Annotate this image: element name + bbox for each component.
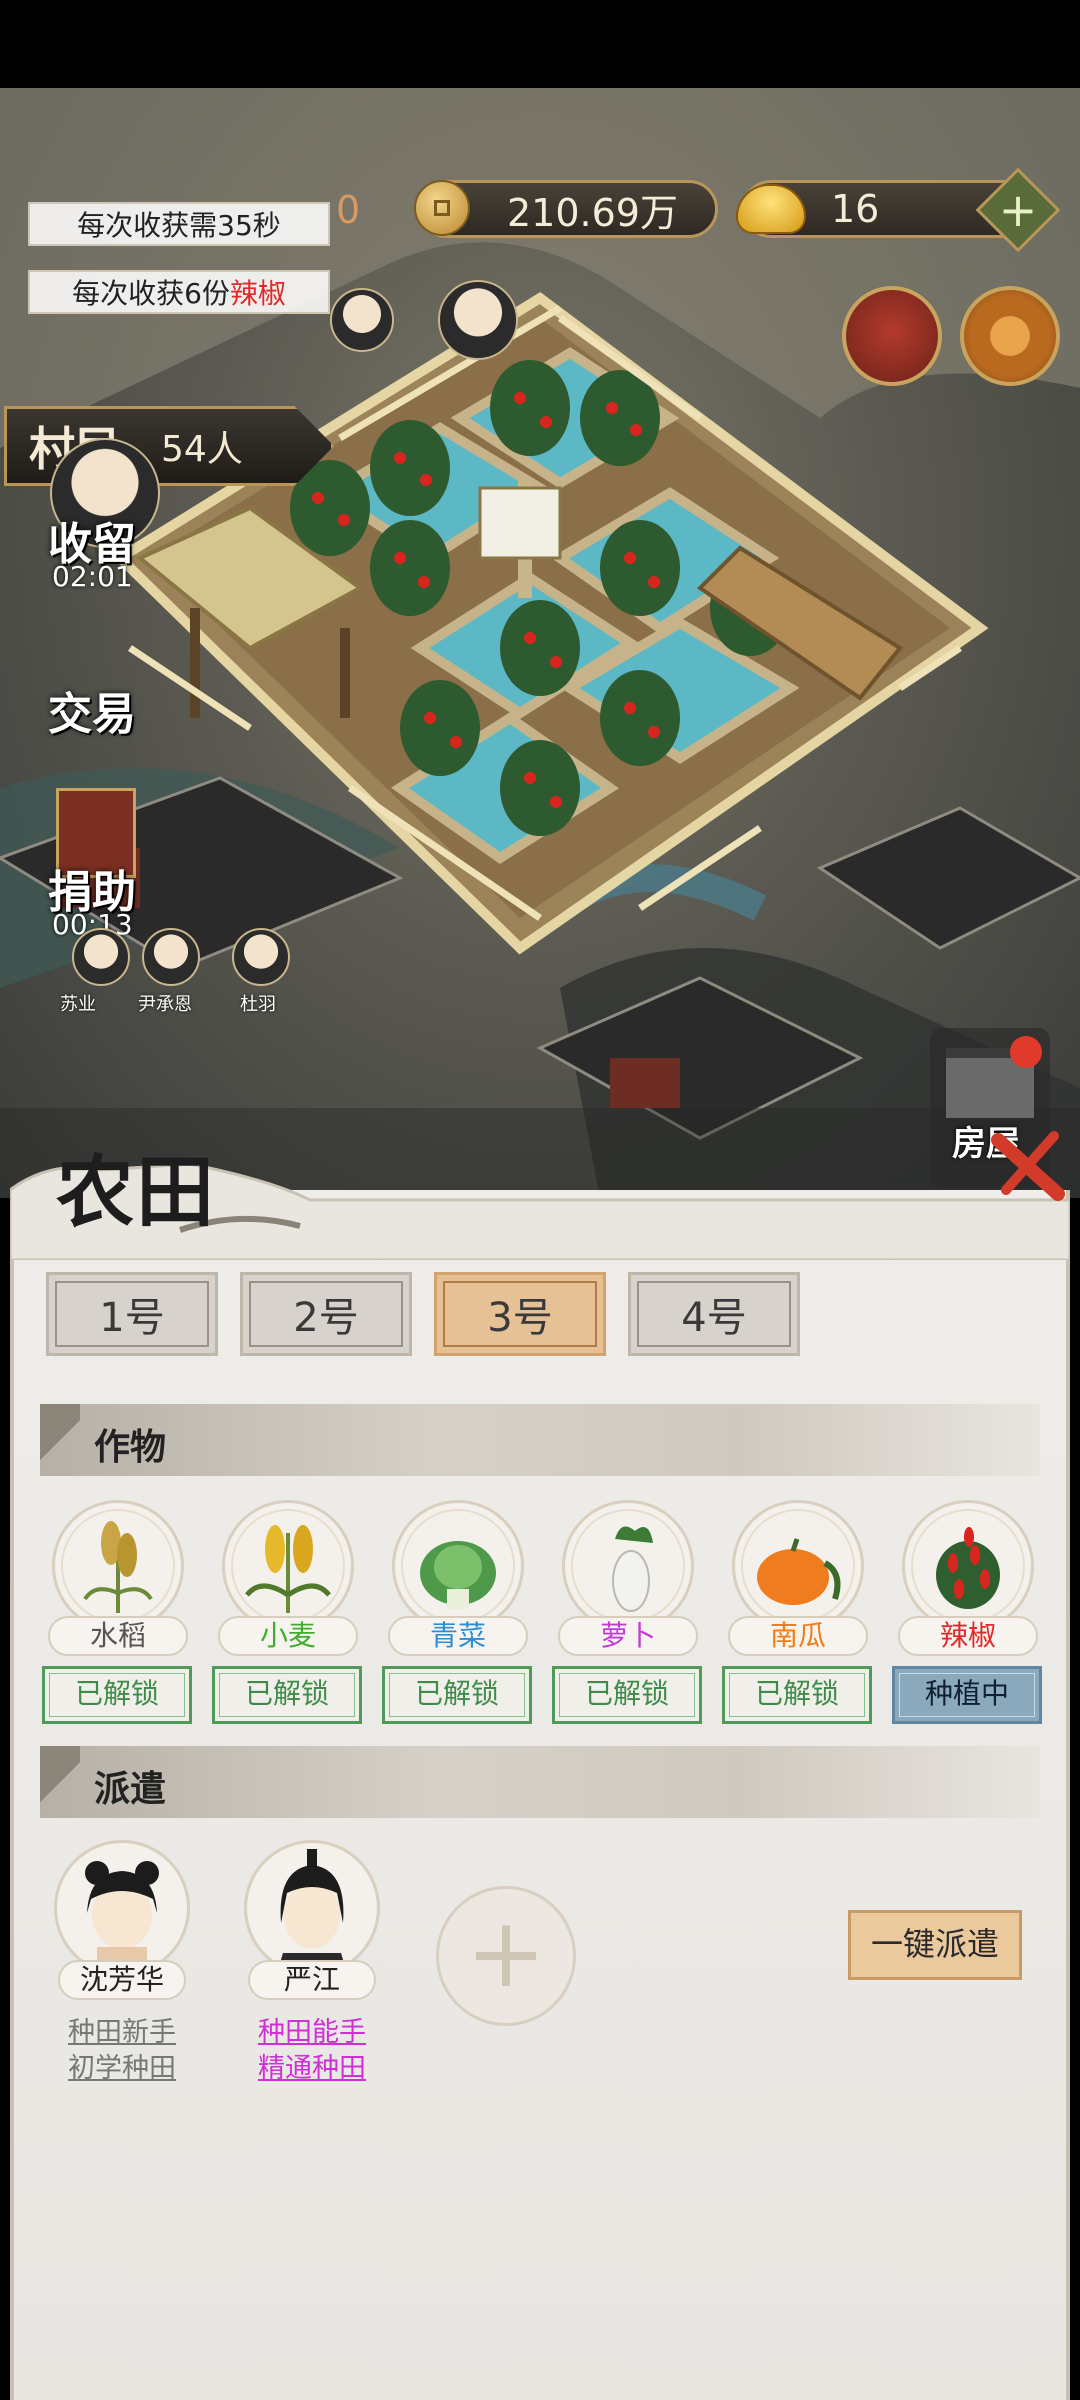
- dispatch-section-title: 派遣: [94, 1768, 167, 1810]
- worker-portrait: [54, 1840, 190, 1976]
- farm-scene[interactable]: 210.69万 16 + 0 每次收获需35秒 每次收获6份辣椒 村民 54人 …: [0, 88, 1080, 1198]
- worker-skill-level: 初学种田: [68, 2053, 176, 2084]
- crop-status: 已解锁: [382, 1666, 532, 1724]
- shelter-timer: 02:01: [52, 560, 133, 593]
- greens-icon: [392, 1500, 524, 1632]
- crop-status: 已解锁: [552, 1666, 702, 1724]
- crop-name: 小麦: [218, 1616, 358, 1656]
- radish-icon: [562, 1500, 694, 1632]
- pumpkin-icon: [732, 1500, 864, 1632]
- gold-value: 16: [831, 187, 880, 231]
- copper-value: 210.69万: [507, 190, 678, 235]
- villager-name: 尹承恩: [138, 994, 192, 1015]
- crop-name: 南瓜: [728, 1616, 868, 1656]
- one-click-dispatch-button[interactable]: 一键派遣: [848, 1910, 1022, 1980]
- crop-item-wheat[interactable]: 小麦 已解锁: [210, 1500, 362, 1730]
- harvest-yield-info: 每次收获6份 辣椒: [28, 270, 330, 314]
- crop-item-radish[interactable]: 萝卜 已解锁: [550, 1500, 702, 1730]
- rice-icon: [52, 1500, 184, 1632]
- crop-item-rice[interactable]: 水稻 已解锁: [40, 1500, 192, 1730]
- chili-icon: [902, 1500, 1034, 1632]
- crops-section-header: [40, 1404, 1040, 1476]
- plus-icon: +: [465, 1897, 547, 2009]
- harvest-time-text: 每次收获需35秒: [77, 209, 281, 242]
- worker-skill-level: 精通种田: [258, 2053, 366, 2084]
- crop-status: 已解锁: [212, 1666, 362, 1724]
- crop-item-chili[interactable]: 辣椒 种植中: [890, 1500, 1042, 1730]
- villager-avatar[interactable]: [330, 288, 394, 352]
- villager-count: 54人: [161, 429, 243, 470]
- crop-item-pumpkin[interactable]: 南瓜 已解锁: [720, 1500, 872, 1730]
- partial-counter-digit: 0: [336, 188, 361, 232]
- add-worker-button[interactable]: +: [436, 1886, 576, 2026]
- crops-section-title: 作物: [94, 1426, 167, 1468]
- crop-item-greens[interactable]: 青菜 已解锁: [380, 1500, 532, 1730]
- tab-field-3[interactable]: 3号: [434, 1272, 606, 1356]
- worker-portrait: [244, 1840, 380, 1976]
- tab-field-2[interactable]: 2号: [240, 1272, 412, 1356]
- scene-art: [0, 88, 1080, 1198]
- worker-skill: 种田能手: [258, 2017, 366, 2048]
- crop-name: 青菜: [388, 1616, 528, 1656]
- crop-name: 水稻: [48, 1616, 188, 1656]
- harvest-yield-text: 每次收获6份: [72, 277, 230, 310]
- crop-name: 辣椒: [898, 1616, 1038, 1656]
- tab-field-4[interactable]: 4号: [628, 1272, 800, 1356]
- villager-avatar[interactable]: [72, 928, 130, 986]
- crop-status-planting[interactable]: 种植中: [892, 1666, 1042, 1724]
- harvest-time-info: 每次收获需35秒: [28, 202, 330, 246]
- wheat-icon: [222, 1500, 354, 1632]
- worker-skill: 种田新手: [68, 2017, 176, 2048]
- villager-name: 苏业: [60, 994, 96, 1015]
- plus-icon: +: [998, 183, 1038, 237]
- copper-coin-icon: [414, 180, 470, 236]
- character-avatar[interactable]: [438, 280, 518, 360]
- notification-dot: [1010, 1036, 1042, 1068]
- crop-status: 已解锁: [42, 1666, 192, 1724]
- status-bar: [0, 0, 1080, 88]
- villager-avatar[interactable]: [142, 928, 200, 986]
- harvest-yield-crop: 辣椒: [229, 277, 286, 310]
- crop-status: 已解锁: [722, 1666, 872, 1724]
- book-button[interactable]: [842, 286, 942, 386]
- villager-avatar[interactable]: [232, 928, 290, 986]
- dispatch-section-header: [40, 1746, 1040, 1818]
- villager-name: 杜羽: [240, 994, 276, 1015]
- settings-gear-icon[interactable]: [960, 286, 1060, 386]
- panel-title: 农田: [56, 1147, 217, 1238]
- trade-button[interactable]: 交易: [48, 678, 136, 742]
- worker-name: 沈芳华: [58, 1960, 186, 2000]
- crop-name: 萝卜: [558, 1616, 698, 1656]
- worker-name: 严江: [248, 1960, 376, 2000]
- tab-field-1[interactable]: 1号: [46, 1272, 218, 1356]
- close-icon[interactable]: [988, 1124, 1068, 1204]
